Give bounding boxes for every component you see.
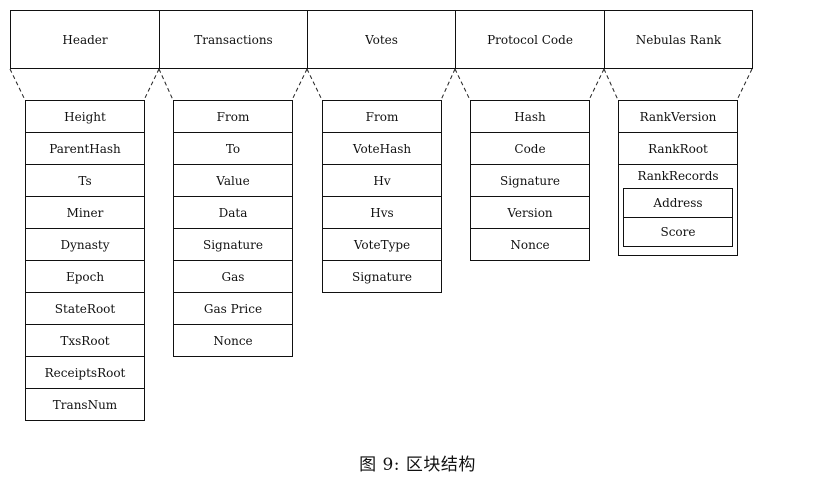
top-box-nebulas-rank: Nebulas Rank (604, 10, 753, 69)
nested-field-cell: Address (623, 188, 733, 218)
rank-records-label: RankRecords (637, 169, 719, 183)
dashed-connector-line (736, 68, 753, 101)
field-cell: ReceiptsRoot (25, 356, 145, 389)
top-box-transactions: Transactions (159, 10, 308, 69)
field-cell: From (173, 100, 293, 133)
field-cell: Gas (173, 260, 293, 293)
field-cell: To (173, 132, 293, 165)
field-cell: VoteType (322, 228, 442, 261)
field-cell: Version (470, 196, 590, 229)
field-cell: Value (173, 164, 293, 197)
field-cell: TransNum (25, 388, 145, 421)
field-cell: From (322, 100, 442, 133)
field-cell: Data (173, 196, 293, 229)
field-cell: TxsRoot (25, 324, 145, 357)
dashed-connector-line (588, 68, 605, 101)
field-cell: Signature (322, 260, 442, 293)
dashed-connector-line (9, 68, 26, 101)
field-cell: ParentHash (25, 132, 145, 165)
field-cell: Signature (173, 228, 293, 261)
top-box-label: Transactions (194, 32, 273, 47)
field-cell: Miner (25, 196, 145, 229)
field-cell: Hash (470, 100, 590, 133)
field-cell: VoteHash (322, 132, 442, 165)
field-cell: Epoch (25, 260, 145, 293)
dashed-connector-line (440, 68, 456, 101)
field-cell: Hv (322, 164, 442, 197)
field-cell: Hvs (322, 196, 442, 229)
dashed-connector-line (158, 68, 174, 101)
nested-field-cell: Score (623, 217, 733, 247)
dashed-connector-line (603, 68, 619, 101)
field-cell: Dynasty (25, 228, 145, 261)
field-cell: RankRoot (618, 132, 738, 165)
block-structure-diagram: Header Transactions Votes Protocol Code … (0, 0, 835, 490)
field-cell: Gas Price (173, 292, 293, 325)
field-cell: RankVersion (618, 100, 738, 133)
dashed-connector-line (143, 68, 160, 101)
top-box-label: Votes (365, 32, 398, 47)
top-box-label: Protocol Code (487, 32, 573, 47)
top-box-protocol-code: Protocol Code (455, 10, 605, 69)
dashed-connector-line (454, 68, 471, 101)
top-box-header: Header (10, 10, 160, 69)
field-cell: Nonce (173, 324, 293, 357)
field-cell: Height (25, 100, 145, 133)
top-box-votes: Votes (307, 10, 456, 69)
figure-caption: 图 9: 区块结构 (359, 455, 476, 475)
top-box-label: Header (62, 32, 108, 47)
field-cell: Ts (25, 164, 145, 197)
field-cell: Code (470, 132, 590, 165)
rank-records-group: RankRecords Address Score (618, 164, 738, 256)
field-cell: StateRoot (25, 292, 145, 325)
dashed-connector-line (291, 68, 308, 101)
top-box-label: Nebulas Rank (635, 32, 722, 47)
field-cell: Nonce (470, 228, 590, 261)
dashed-connector-line (306, 68, 323, 101)
field-cell: Signature (470, 164, 590, 197)
